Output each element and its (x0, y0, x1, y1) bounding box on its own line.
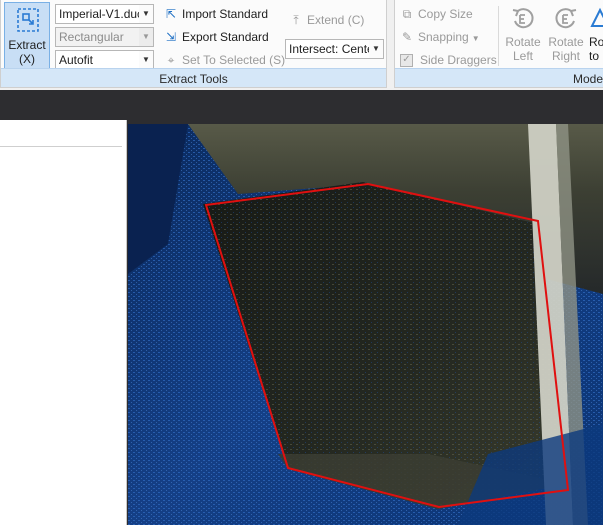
extend-label: Extend (C) (307, 13, 365, 27)
rotate-right-label-2: Right (551, 49, 580, 63)
extract-tools-label: Extract Tools (159, 72, 228, 86)
chevron-down-icon: ▼ (471, 34, 480, 43)
import-standard-button[interactable]: ⇱ Import Standard (164, 4, 268, 24)
intersect-combo-value: Intersect: Cente (289, 42, 374, 56)
set-to-selected-button[interactable]: ⌖ Set To Selected (S) (164, 50, 286, 70)
import-standard-label: Import Standard (182, 7, 269, 21)
point-cloud-view (128, 124, 603, 525)
rotate-to-label-1: Ro (589, 35, 603, 49)
ribbon: Extract (X) Imperial-V1.duc ▼ Rectangula… (0, 0, 603, 90)
export-standard-button[interactable]: ⇲ Export Standard (164, 27, 269, 47)
rotate-to-label-2: to (589, 49, 600, 63)
extend-button[interactable]: ⤒ Extend (C) (289, 10, 364, 30)
rotate-to-icon (590, 7, 603, 27)
chevron-down-icon[interactable]: ▼ (139, 28, 153, 46)
copy-size-label: Copy Size (418, 7, 473, 21)
extract-icon (17, 8, 39, 32)
rotate-left-label-2: Left (512, 49, 533, 63)
left-panel[interactable] (0, 120, 127, 525)
rotate-left-label-1: Rotate (505, 35, 541, 49)
export-icon: ⇲ (165, 30, 177, 44)
chevron-down-icon[interactable]: ▼ (139, 5, 153, 23)
mode-footer: Mode (395, 68, 603, 87)
side-draggers-toggle[interactable]: ✓ Side Draggers (400, 50, 497, 70)
snapping-button[interactable]: ✎ Snapping ▼ (400, 27, 480, 47)
checkbox-icon[interactable]: ✓ (400, 54, 413, 68)
intersect-combo[interactable]: Intersect: Cente ▼ (285, 39, 384, 59)
rotate-left-button[interactable]: Rotate Left (503, 4, 543, 70)
target-icon: ⌖ (167, 53, 175, 67)
extract-label-1: Extract (8, 38, 46, 52)
rotate-left-icon (512, 8, 534, 29)
mode-label: Mode (572, 72, 603, 86)
standard-combo[interactable]: Imperial-V1.duc ▼ (55, 4, 154, 24)
chevron-down-icon[interactable]: ▼ (139, 51, 153, 69)
chevron-down-icon[interactable]: ▼ (369, 40, 383, 58)
shape-combo[interactable]: Rectangular ▼ (55, 27, 154, 47)
standard-combo-value: Imperial-V1.duc (59, 7, 144, 21)
fit-combo-value: Autofit (59, 53, 94, 67)
rotate-right-icon (555, 8, 577, 29)
extend-icon: ⤒ (293, 13, 299, 27)
import-icon: ⇱ (165, 7, 177, 21)
extract-label-2: (X) (19, 52, 35, 66)
panel-divider (0, 146, 122, 147)
toolbar-strip (0, 90, 603, 120)
set-to-selected-label: Set To Selected (S) (182, 53, 286, 67)
copy-size-button[interactable]: ⧉ Copy Size (400, 4, 473, 24)
fit-combo[interactable]: Autofit ▼ (55, 50, 154, 70)
point-cloud-viewport[interactable] (128, 124, 603, 525)
copy-size-icon: ⧉ (402, 7, 412, 21)
snapping-icon: ✎ (401, 30, 413, 44)
snapping-label: Snapping (418, 30, 469, 44)
rotate-right-button[interactable]: Rotate Right (546, 4, 586, 70)
divider (498, 6, 499, 66)
extract-tools-footer: Extract Tools (1, 68, 386, 87)
side-draggers-label: Side Draggers (420, 53, 497, 67)
shape-combo-value: Rectangular (59, 30, 124, 44)
mode-group: ⧉ Copy Size ✎ Snapping ▼ ✓ Side Draggers Rot… (394, 0, 603, 88)
rotate-to-button[interactable]: Ro to (589, 4, 603, 70)
rotate-right-label-1: Rotate (548, 35, 584, 49)
extract-tools-group: Extract (X) Imperial-V1.duc ▼ Rectangula… (0, 0, 387, 88)
export-standard-label: Export Standard (182, 30, 269, 44)
extract-button[interactable]: Extract (X) (4, 2, 50, 70)
